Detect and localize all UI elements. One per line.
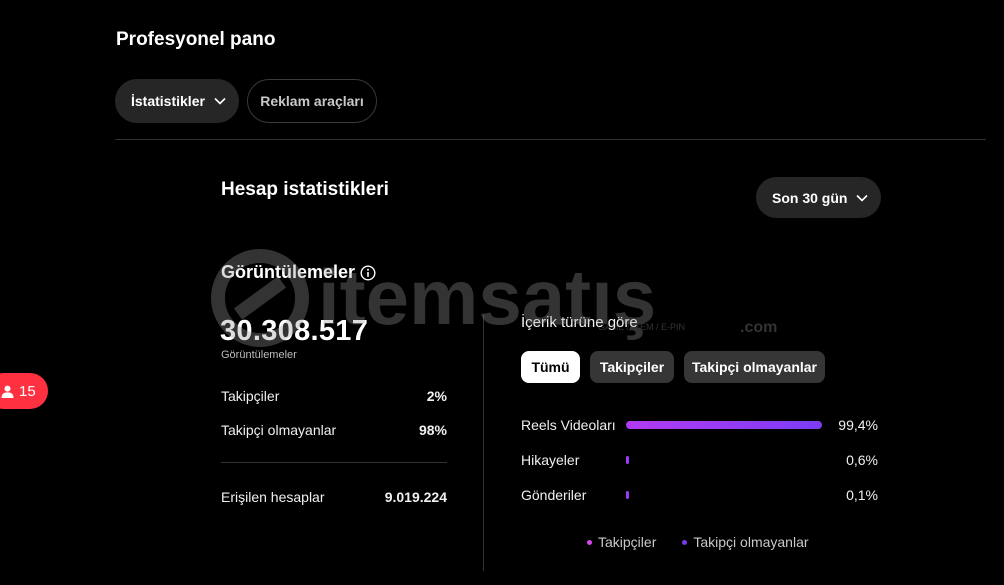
- content-bar-label: Reels Videoları: [521, 417, 616, 433]
- chevron-down-icon: [214, 97, 226, 105]
- content-bar-percent: 99,4%: [838, 417, 878, 433]
- legend-label: Takipçi olmayanlar: [693, 534, 809, 550]
- tab-istatistikler[interactable]: İstatistikler: [115, 79, 239, 123]
- content-bar-fill: [626, 421, 822, 429]
- filter-non-followers-button[interactable]: Takipçi olmayanlar: [684, 351, 825, 383]
- content-bar-track: [626, 491, 823, 499]
- legend-label: Takipçiler: [598, 534, 657, 550]
- content-bar-track: [626, 421, 823, 429]
- tab-istatistikler-label: İstatistikler: [131, 93, 205, 109]
- views-total-label: Görüntülemeler: [221, 349, 297, 361]
- date-range-label: Son 30 gün: [772, 189, 848, 206]
- person-icon: [1, 385, 14, 398]
- legend-item-followers: Takipçiler: [587, 534, 656, 550]
- views-title-label: Görüntülemeler: [221, 262, 356, 282]
- legend-dot-icon: [682, 539, 688, 545]
- stats-divider: [221, 462, 447, 463]
- legend-dot-icon: [587, 539, 592, 545]
- stat-row-non-followers: Takipçi olmayanlar 98%: [221, 422, 447, 438]
- stat-row-reached-accounts: Erişilen hesaplar 9.019.224: [221, 489, 447, 505]
- stat-label: Erişilen hesaplar: [221, 489, 325, 505]
- content-bar-fill: [626, 456, 629, 464]
- content-bar-label: Hikayeler: [521, 452, 580, 468]
- legend-item-non-followers: Takipçi olmayanlar: [682, 534, 809, 550]
- chevron-down-icon: [856, 194, 869, 202]
- header-divider: [115, 139, 986, 140]
- content-bar-percent: 0,1%: [846, 487, 878, 503]
- section-title: Hesap istatistikleri: [221, 179, 389, 200]
- stat-label: Takipçiler: [221, 388, 280, 404]
- column-divider: [483, 315, 484, 571]
- content-bar-track: [626, 456, 823, 464]
- content-legend: Takipçiler Takipçi olmayanlar: [587, 534, 835, 550]
- tab-reklam-araclari-label: Reklam araçları: [260, 93, 364, 109]
- info-icon[interactable]: [360, 264, 376, 281]
- filter-all-button[interactable]: Tümü: [521, 351, 580, 383]
- content-type-title: İçerik türüne göre: [521, 314, 638, 331]
- content-bar-row: Gönderiler 0,1%: [521, 485, 878, 505]
- stat-value: 9.019.224: [384, 489, 447, 505]
- date-range-dropdown[interactable]: Son 30 gün: [756, 177, 881, 218]
- page-title: Profesyonel pano: [116, 29, 276, 50]
- content-bar-percent: 0,6%: [846, 452, 878, 468]
- tab-reklam-araclari[interactable]: Reklam araçları: [247, 79, 377, 123]
- stat-value: 98%: [418, 422, 447, 438]
- content-bar-row: Hikayeler 0,6%: [521, 450, 878, 470]
- notification-badge[interactable]: 15: [0, 373, 48, 409]
- filter-followers-button[interactable]: Takipçiler: [590, 351, 674, 383]
- views-total: 30.308.517: [220, 315, 369, 347]
- content-bar-row: Reels Videoları 99,4%: [521, 415, 878, 435]
- stat-label: Takipçi olmayanlar: [221, 422, 337, 438]
- content-bar-label: Gönderiler: [521, 487, 587, 503]
- stat-value: 2%: [426, 388, 447, 404]
- watermark-suffix: .com: [740, 319, 777, 336]
- stat-row-followers: Takipçiler 2%: [221, 388, 447, 404]
- content-bar-fill: [626, 491, 629, 499]
- notification-count: 15: [19, 382, 36, 400]
- views-title: Görüntülemeler: [221, 262, 376, 283]
